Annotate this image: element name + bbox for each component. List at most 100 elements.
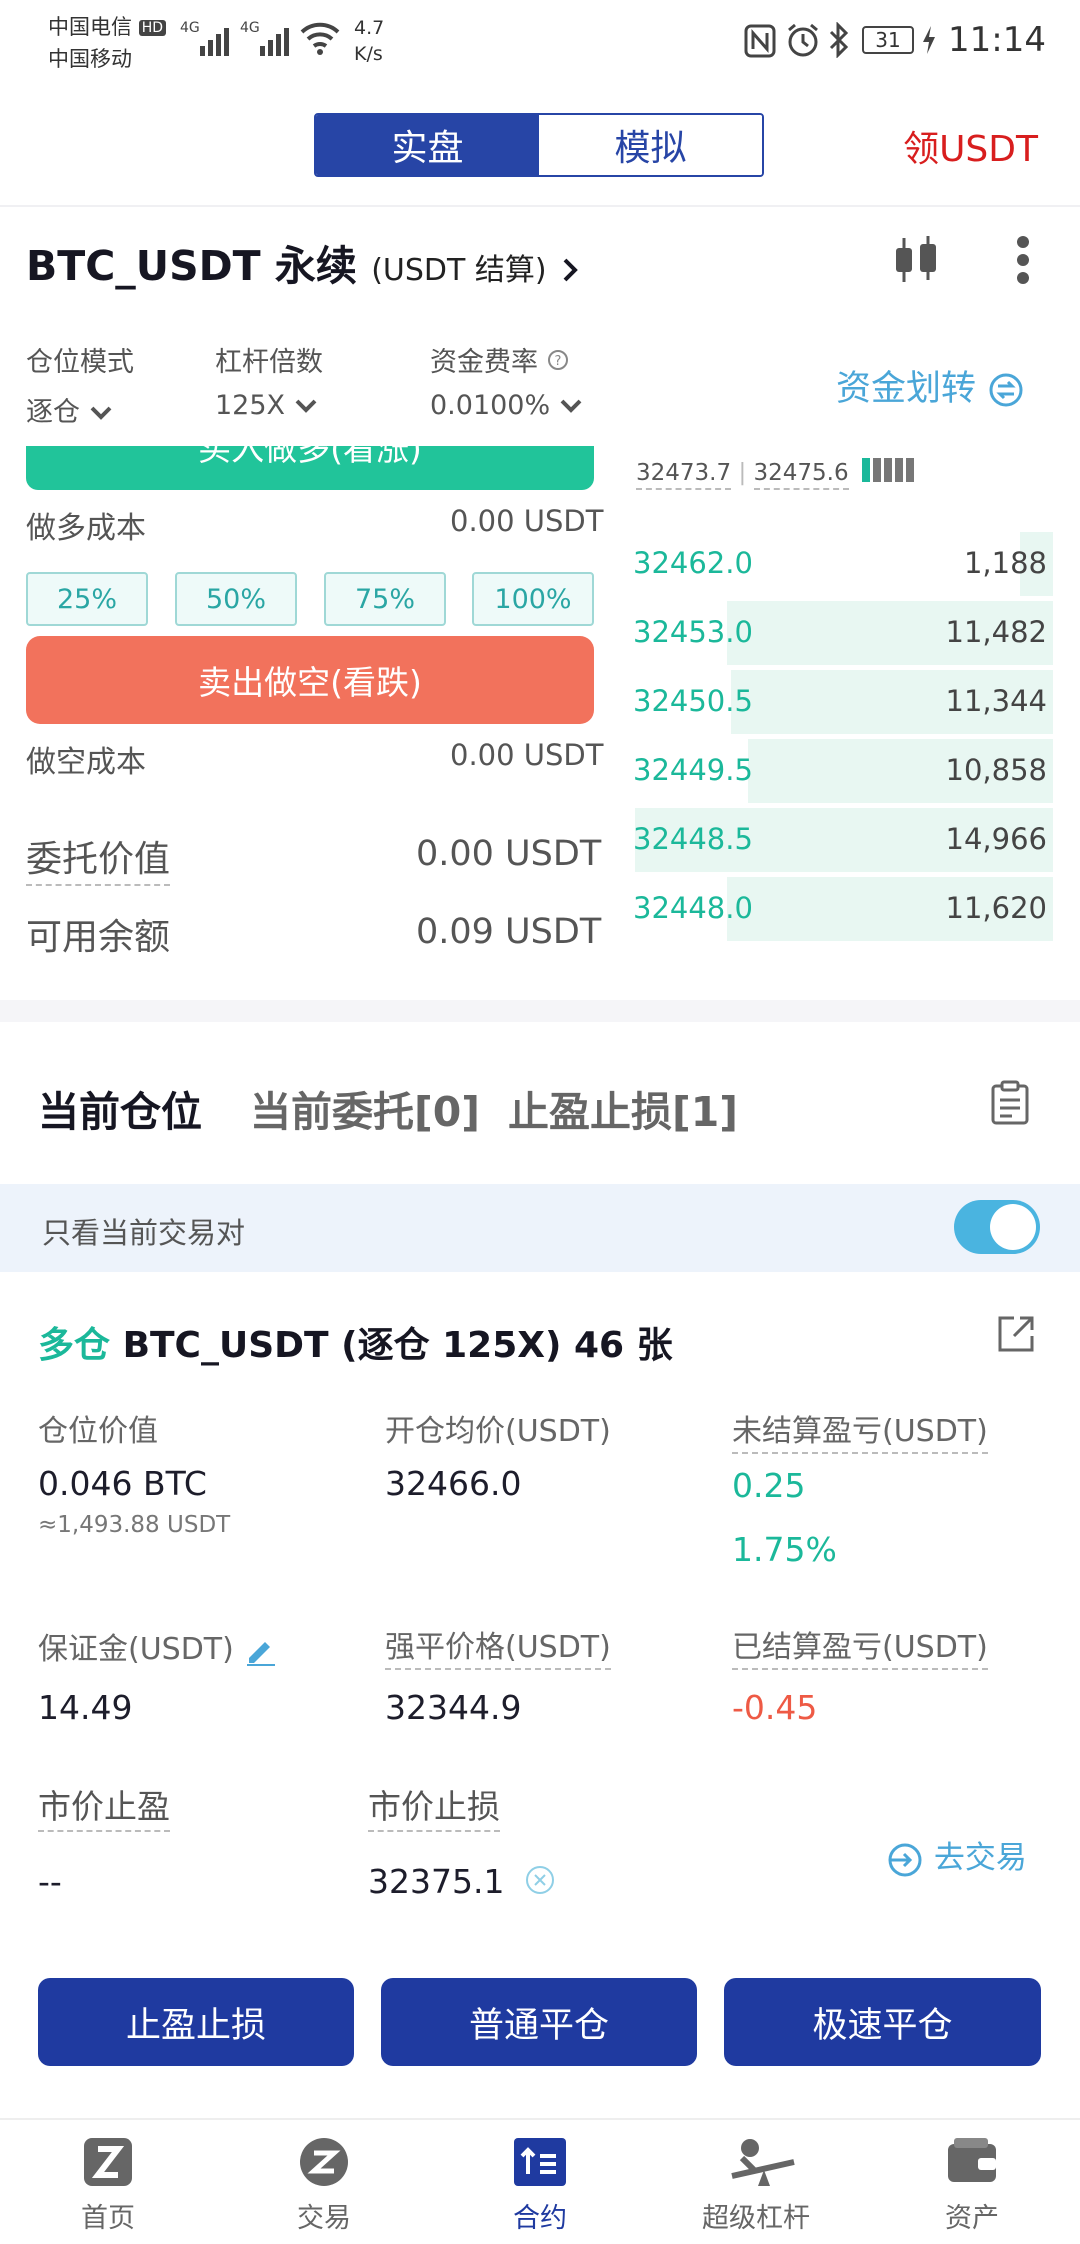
tab-real-trading[interactable]: 实盘 — [316, 115, 539, 175]
margin-label: 保证金(USDT) — [38, 1624, 277, 1668]
liquidation-price-label[interactable]: 强平价格(USDT) — [385, 1622, 611, 1670]
nfc-icon — [744, 24, 776, 62]
nav-super-leverage[interactable]: 超级杠杆 — [648, 2120, 864, 2244]
battery-icon: 31 — [862, 26, 914, 54]
wallet-icon — [944, 2136, 1000, 2188]
position-value-usdt: ≈1,493.88 USDT — [38, 1512, 231, 1538]
index-price: 32475.6 — [753, 459, 849, 490]
tab-current-positions[interactable]: 当前仓位 — [38, 1078, 202, 1138]
unrealized-pnl-label[interactable]: 未结算盈亏(USDT) — [732, 1406, 988, 1454]
realized-pnl: -0.45 — [732, 1688, 818, 1727]
orderbook-quantity: 1,188 — [963, 546, 1047, 580]
percent-50-button[interactable]: 50% — [175, 572, 297, 626]
chevron-down-icon — [559, 390, 583, 421]
market-tp-label[interactable]: 市价止盈 — [38, 1780, 170, 1832]
realized-pnl-label[interactable]: 已结算盈亏(USDT) — [732, 1622, 988, 1670]
share-icon[interactable] — [996, 1314, 1036, 1358]
tab-simulated-trading[interactable]: 模拟 — [539, 115, 762, 175]
position-side: 多仓 — [38, 1325, 111, 1366]
tp-sl-button[interactable]: 止盈止损 — [38, 1978, 354, 2066]
section-gap — [0, 1000, 1080, 1022]
tab-tp-sl[interactable]: 止盈止损[1] — [508, 1078, 738, 1138]
margin-mode-dropdown[interactable]: 逐仓 — [26, 390, 113, 429]
entry-price: 32466.0 — [385, 1464, 522, 1503]
funding-rate-dropdown[interactable]: 0.0100% — [430, 390, 583, 421]
orderbook-price: 32462.0 — [633, 546, 753, 580]
nav-contract[interactable]: 合约 — [432, 2120, 648, 2244]
carrier-2: 中国移动 — [48, 47, 132, 71]
pair-name: BTC_USDT 永续 — [26, 242, 357, 290]
orderbook-quantity: 11,620 — [945, 891, 1047, 925]
long-cost-value: 0.00 USDT — [450, 504, 604, 538]
toggle-knob — [990, 1204, 1036, 1250]
short-cost-value: 0.00 USDT — [450, 738, 604, 772]
alarm-icon — [786, 22, 820, 62]
nav-home[interactable]: 首页 — [0, 2120, 216, 2244]
percent-75-button[interactable]: 75% — [324, 572, 446, 626]
orderbook-row[interactable]: 32448.0 11,620 — [633, 877, 1053, 941]
sell-short-button[interactable]: 卖出做空(看跌) — [26, 636, 594, 724]
order-value: 0.00 USDT — [416, 834, 602, 874]
nav-trade[interactable]: 交易 — [216, 2120, 432, 2244]
orderbook-price: 32448.5 — [633, 822, 753, 856]
buy-long-button[interactable]: 买入做多(看涨) — [26, 446, 594, 490]
margin-mode-label: 仓位模式 — [26, 347, 134, 378]
available-balance-label: 可用余额 — [26, 917, 171, 958]
position-title: 多仓 BTC_USDT (逐仓 125X) 46 张 — [38, 1316, 673, 1368]
claim-usdt-link[interactable]: 领USDT — [903, 120, 1038, 172]
tab-open-orders[interactable]: 当前委托[0] — [250, 1078, 480, 1138]
short-cost-label: 做空成本 — [26, 745, 146, 780]
more-options-icon[interactable] — [1010, 232, 1036, 292]
orderbook-row[interactable]: 32448.5 14,966 — [633, 808, 1053, 872]
bluetooth-icon — [828, 21, 850, 62]
orderbook-header: 32473.7 | 32475.6 — [636, 458, 914, 490]
orderbook-row[interactable]: 32453.0 11,482 — [633, 601, 1053, 665]
fund-transfer-button[interactable]: 资金划转 — [836, 360, 1025, 411]
nav-assets[interactable]: 资产 — [864, 2120, 1080, 2244]
leverage-dropdown[interactable]: 125X — [215, 390, 318, 421]
edit-margin-icon[interactable] — [243, 1632, 277, 1667]
percent-25-button[interactable]: 25% — [26, 572, 148, 626]
order-history-icon[interactable] — [990, 1080, 1030, 1130]
liquidation-price: 32344.9 — [385, 1688, 522, 1727]
transfer-icon — [987, 369, 1025, 409]
cancel-sl-icon[interactable] — [524, 1864, 556, 1900]
header-divider — [0, 205, 1080, 207]
mode-switch: 实盘 模拟 — [314, 113, 764, 177]
market-tp-value: -- — [38, 1862, 62, 1901]
available-balance-value: 0.09 USDT — [416, 912, 602, 952]
market-sl-label[interactable]: 市价止损 — [368, 1780, 500, 1832]
carrier-1: 中国电信 HD — [48, 12, 166, 43]
charging-icon — [920, 24, 938, 60]
unrealized-pnl-percent: 1.75% — [732, 1530, 837, 1569]
percent-100-button[interactable]: 100% — [472, 572, 594, 626]
wifi-icon — [300, 20, 340, 60]
leverage-label: 杠杆倍数 — [215, 347, 323, 378]
orderbook-price: 32453.0 — [633, 615, 753, 649]
only-current-pair-toggle[interactable] — [954, 1200, 1040, 1254]
orderbook-quantity: 11,482 — [945, 615, 1047, 649]
normal-close-button[interactable]: 普通平仓 — [381, 1978, 697, 2066]
hd-badge: HD — [138, 20, 166, 36]
help-icon[interactable]: ? — [547, 347, 569, 378]
orderbook-row[interactable]: 32450.5 11,344 — [633, 670, 1053, 734]
bottom-nav: 首页 交易 合约 超级杠杆 资产 — [0, 2118, 1080, 2244]
pair-settlement: (USDT 结算) — [371, 253, 547, 288]
net-speed-unit: K/s — [354, 43, 383, 65]
orderbook-row[interactable]: 32462.0 1,188 — [633, 532, 1053, 596]
chevron-right-icon — [561, 245, 579, 293]
fast-close-button[interactable]: 极速平仓 — [724, 1978, 1041, 2066]
market-sl-value: 32375.1 — [368, 1862, 505, 1901]
status-bar: 中国电信 HD 中国移动 4G 4G 4.7 K/s 31 11:14 — [0, 0, 1080, 95]
orderbook-row[interactable]: 32449.5 10,858 — [633, 739, 1053, 803]
chevron-down-icon — [89, 397, 113, 428]
kline-chart-icon[interactable] — [888, 232, 944, 292]
order-value-label[interactable]: 委托价值 — [26, 830, 171, 886]
net-speed-value: 4.7 — [354, 17, 385, 39]
pair-selector[interactable]: BTC_USDT 永续 (USDT 结算) — [26, 232, 579, 293]
go-trade-link[interactable]: 去交易 — [886, 1832, 1027, 1879]
home-icon — [80, 2136, 136, 2188]
depth-toggle-icon[interactable] — [861, 458, 914, 488]
trade-icon — [296, 2136, 352, 2188]
svg-text:?: ? — [554, 354, 561, 369]
